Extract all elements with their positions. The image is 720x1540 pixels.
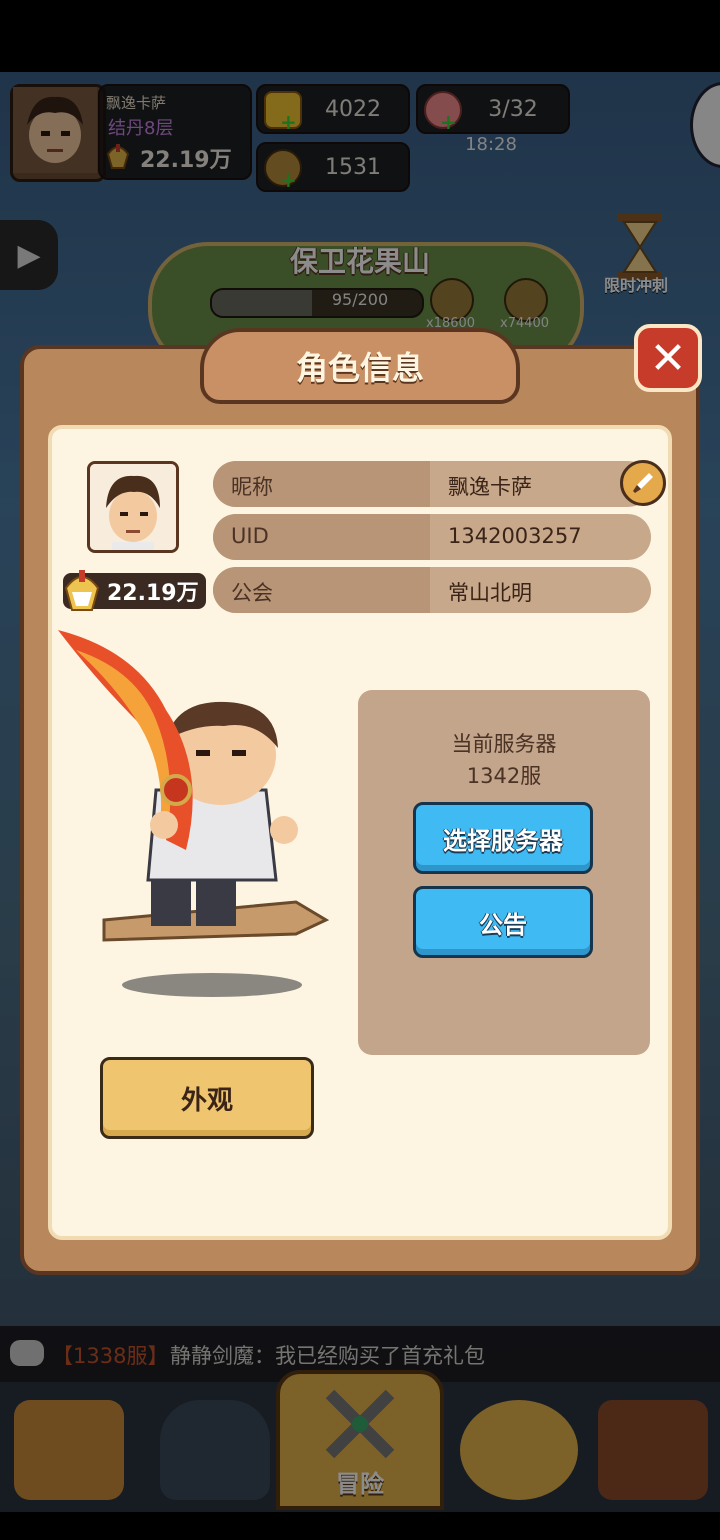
status-bar <box>0 0 720 72</box>
character-power-value: 22.19万 <box>107 581 199 606</box>
crossed-swords-icon <box>325 1389 395 1459</box>
adventure-tab[interactable]: 冒险 <box>276 1370 444 1510</box>
notice-button[interactable]: 公告 <box>413 886 593 958</box>
field-uid: UID 1342003257 <box>213 514 651 560</box>
close-icon: ✕ <box>649 332 687 384</box>
current-server-value: 1342服 <box>466 764 542 788</box>
character-sprite <box>56 630 346 1000</box>
select-server-button[interactable]: 选择服务器 <box>413 802 593 874</box>
dialog-title: 角色信息 <box>200 328 520 404</box>
field-nickname-value: 飘逸卡萨 <box>448 475 532 499</box>
field-uid-value: 1342003257 <box>448 524 582 548</box>
chat-server-tag: 【1338服】 <box>52 1344 169 1368</box>
field-guild-value: 常山北明 <box>448 581 532 605</box>
chest-icon[interactable] <box>14 1400 124 1500</box>
upgrade-arrow-icon[interactable] <box>460 1400 578 1500</box>
power-helmet-icon <box>60 566 104 614</box>
field-nickname-key: 昵称 <box>231 475 273 499</box>
close-button[interactable]: ✕ <box>634 324 702 392</box>
helmet-icon[interactable] <box>160 1400 270 1500</box>
adventure-label: 冒险 <box>336 1470 384 1498</box>
chat-icon <box>10 1340 44 1366</box>
character-portrait <box>87 461 179 553</box>
appearance-button[interactable]: 外观 <box>100 1057 314 1139</box>
chat-message: 静静剑魔：我已经购买了首充礼包 <box>170 1344 485 1368</box>
system-nav-bar <box>0 1512 720 1540</box>
current-server-label: 当前服务器 <box>451 732 557 756</box>
field-uid-key: UID <box>231 524 269 548</box>
edit-brush-icon[interactable] <box>620 460 666 506</box>
locked-chest-icon[interactable] <box>598 1400 708 1500</box>
field-guild: 公会 常山北明 <box>213 567 651 613</box>
field-nickname: 昵称 飘逸卡萨 <box>213 461 651 507</box>
field-guild-key: 公会 <box>231 581 273 605</box>
